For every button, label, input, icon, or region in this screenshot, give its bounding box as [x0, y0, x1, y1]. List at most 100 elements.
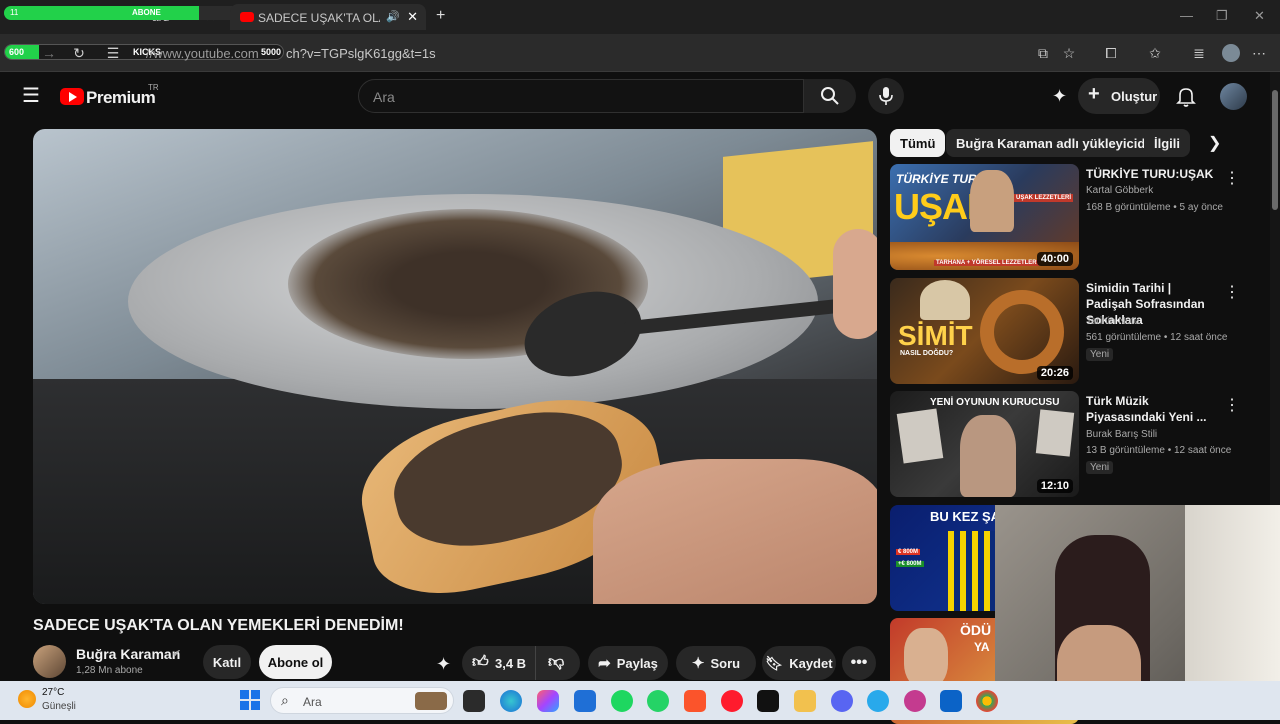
- weather-temp[interactable]: 27°C: [42, 687, 64, 698]
- extensions-icon[interactable]: ⧠: [1102, 44, 1120, 62]
- chip-label: Tümü: [900, 135, 936, 151]
- create-button[interactable]: + Oluştur: [1078, 78, 1160, 114]
- ask-button[interactable]: ✦ Soru: [676, 646, 756, 680]
- opera-icon[interactable]: [721, 690, 743, 712]
- outlook-icon[interactable]: [940, 690, 962, 712]
- thumbs-up-icon: 👍︎: [472, 654, 489, 671]
- edge-browser-icon[interactable]: [500, 690, 522, 712]
- video-player[interactable]: [33, 129, 877, 604]
- youtube-favicon-icon: [240, 12, 254, 22]
- game-launcher-icon[interactable]: [757, 690, 779, 712]
- video-thumbnail[interactable]: SİMİT NASIL DOĞDU? 20:26: [890, 278, 1079, 384]
- chip-label: İlgili: [1154, 135, 1180, 151]
- forward-icon[interactable]: →: [40, 44, 58, 62]
- weather-desc[interactable]: Güneşli: [42, 701, 76, 712]
- recommended-title[interactable]: Türk Müzik Piyasasındaki Yeni ...: [1086, 393, 1216, 425]
- spotify-icon[interactable]: [611, 690, 633, 712]
- more-actions-button[interactable]: •••: [842, 646, 876, 680]
- restore-icon[interactable]: ❐: [1216, 8, 1228, 24]
- telegram-icon[interactable]: [867, 690, 889, 712]
- windows-start-icon[interactable]: [240, 690, 260, 710]
- ask-ai-icon[interactable]: ✦: [436, 654, 451, 675]
- site-info-icon[interactable]: ☰: [104, 44, 122, 62]
- more-menu-icon[interactable]: ⋯: [1250, 44, 1268, 62]
- tab-active[interactable]: SADECE UŞAK'TA OLAN YEM 🔊 ✕: [230, 4, 426, 30]
- minimize-icon[interactable]: —: [1180, 8, 1193, 23]
- store-icon[interactable]: [574, 690, 596, 712]
- recommended-title[interactable]: TÜRKİYE TURU:UŞAK: [1086, 166, 1216, 182]
- taskbar-search-placeholder: Ara: [303, 695, 322, 709]
- more-vertical-icon[interactable]: ⋮: [1224, 168, 1240, 188]
- save-button[interactable]: 🔖︎ Kaydet: [762, 646, 836, 680]
- new-tab-plus-icon[interactable]: +: [436, 7, 445, 25]
- verified-badge-icon: ✔: [172, 648, 182, 660]
- more-horizontal-icon: •••: [850, 654, 868, 671]
- dislike-button[interactable]: 👎︎: [536, 646, 580, 680]
- video-thumbnail[interactable]: TÜRKİYE TURU: UŞAK UŞAK LEZZETLERİ TARHA…: [890, 164, 1079, 270]
- chrome-icon[interactable]: [976, 690, 998, 712]
- recommended-video[interactable]: SİMİT NASIL DOĞDU? 20:26 Simidin Tarihi …: [890, 278, 1260, 384]
- region-code: TR: [148, 83, 159, 92]
- channel-name[interactable]: Buğra Karaman: [76, 646, 180, 662]
- subscriber-count: 1,28 Mn abone: [76, 665, 143, 676]
- save-label: Kaydet: [789, 655, 833, 671]
- like-button[interactable]: 👍︎ 3,4 B: [462, 646, 536, 680]
- video-thumbnail[interactable]: YENİ OYUNUN KURUCUSU 12:10: [890, 391, 1079, 497]
- search-button[interactable]: [804, 79, 856, 113]
- notifications-bell-icon[interactable]: [1176, 86, 1196, 108]
- goal-label: ABONE: [132, 8, 161, 17]
- chip-from-uploader[interactable]: Buğra Karaman adlı yükleyiciden: [946, 129, 1171, 157]
- more-vertical-icon[interactable]: ⋮: [1224, 395, 1240, 415]
- channel-avatar[interactable]: [33, 645, 66, 678]
- opera-gx-icon[interactable]: [904, 690, 926, 712]
- join-button[interactable]: Katıl: [203, 645, 251, 679]
- speaker-icon[interactable]: 🔊: [386, 10, 400, 23]
- new-badge: Yeni: [1086, 348, 1114, 361]
- recommended-video[interactable]: YENİ OYUNUN KURUCUSU 12:10 Türk Müzik Pi…: [890, 391, 1260, 497]
- favorites-icon[interactable]: ✩: [1146, 44, 1164, 62]
- sun-weather-icon[interactable]: [18, 690, 36, 708]
- hamburger-menu-icon[interactable]: ☰: [22, 86, 40, 106]
- recommended-channel[interactable]: Tarihin Notu: [1086, 316, 1139, 327]
- thumbs-down-icon: 👎︎: [548, 654, 565, 671]
- subscribe-button[interactable]: Abone ol: [259, 645, 332, 679]
- tab-label: SADECE UŞAK'TA OLAN YEM: [258, 11, 380, 25]
- discord-icon[interactable]: [831, 690, 853, 712]
- logo-premium-text[interactable]: Premium: [86, 88, 156, 108]
- recommended-channel[interactable]: Burak Barış Stili: [1086, 429, 1157, 440]
- duration-badge: 40:00: [1036, 252, 1073, 266]
- install-app-icon[interactable]: ⧉: [1034, 44, 1052, 62]
- collections-icon[interactable]: ≣: [1190, 44, 1208, 62]
- thumb-headline: ÖDÜ: [960, 622, 992, 638]
- share-arrow-icon: ➦: [598, 655, 611, 672]
- whatsapp-icon[interactable]: [647, 690, 669, 712]
- hand: [593, 459, 877, 604]
- url-host[interactable]: //www.youtube.com: [146, 46, 259, 61]
- share-button[interactable]: ➦ Paylaş: [588, 646, 668, 680]
- account-avatar[interactable]: [1220, 83, 1247, 110]
- recommended-video[interactable]: TÜRKİYE TURU: UŞAK UŞAK LEZZETLERİ TARHA…: [890, 164, 1260, 270]
- taskbar-search-input[interactable]: ⌕ Ara: [270, 687, 454, 714]
- task-view-icon[interactable]: [463, 690, 485, 712]
- voice-search-button[interactable]: [868, 78, 904, 114]
- chip-related[interactable]: İlgili: [1144, 129, 1190, 157]
- brave-icon[interactable]: [684, 690, 706, 712]
- profile-avatar[interactable]: [1222, 44, 1240, 62]
- url-path[interactable]: ch?v=TGPslgK61gg&t=1s: [286, 46, 436, 61]
- reload-icon[interactable]: ↻: [70, 44, 88, 62]
- join-label: Katıl: [212, 654, 242, 670]
- close-window-icon[interactable]: ✕: [1254, 8, 1265, 24]
- more-vertical-icon[interactable]: ⋮: [1224, 282, 1240, 302]
- youtube-logo-icon[interactable]: [60, 88, 84, 105]
- tab-close-icon[interactable]: ✕: [407, 9, 418, 25]
- chip-all[interactable]: Tümü: [890, 129, 946, 157]
- like-dislike-group: 👍︎ 3,4 B 👎︎: [462, 646, 580, 680]
- chips-next-chevron-icon[interactable]: ❯: [1208, 133, 1221, 153]
- recommended-channel[interactable]: Kartal Göbberk: [1086, 185, 1153, 196]
- search-highlight-image: [415, 692, 447, 710]
- file-explorer-icon[interactable]: [794, 690, 816, 712]
- copilot-icon[interactable]: [537, 690, 559, 712]
- search-input[interactable]: Ara: [358, 79, 804, 113]
- bookmark-star-icon[interactable]: ☆: [1060, 44, 1078, 62]
- ask-ai-icon[interactable]: ✦: [1052, 86, 1067, 107]
